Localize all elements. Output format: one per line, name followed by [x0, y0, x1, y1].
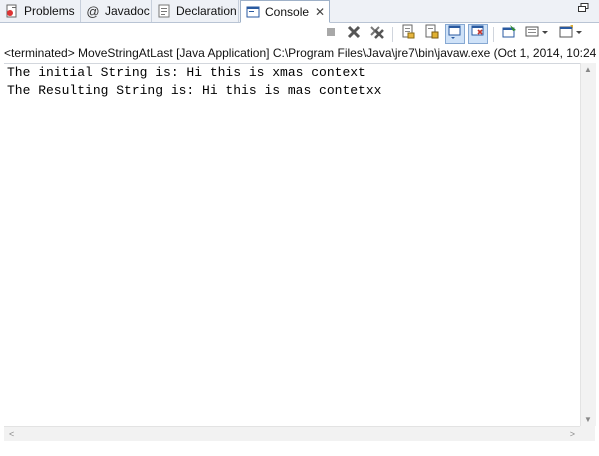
console-toolbar [0, 23, 599, 45]
scroll-down-icon[interactable]: ▼ [584, 415, 592, 424]
show-console-on-stderr-button[interactable] [468, 24, 488, 44]
scrollbar-corner [580, 426, 595, 441]
tab-declaration[interactable]: Declaration [152, 0, 239, 22]
scroll-lock-icon [423, 24, 439, 45]
stderr-icon [470, 24, 486, 45]
clear-console-icon [400, 24, 416, 45]
vertical-scrollbar[interactable]: ▲ ▼ [580, 63, 596, 426]
remove-launch-button[interactable] [344, 24, 364, 44]
scroll-right-icon[interactable]: > [570, 429, 575, 439]
tab-console[interactable]: Console ✕ [240, 0, 330, 23]
tab-label: Console [265, 4, 310, 19]
remove-all-terminated-button[interactable] [367, 24, 387, 44]
stdout-icon [447, 24, 463, 45]
problems-icon [4, 3, 20, 19]
stop-icon [325, 25, 337, 43]
remove-icon [347, 25, 361, 44]
remove-all-icon [369, 24, 385, 45]
console-line: The initial String is: Hi this is xmas c… [7, 65, 366, 80]
view-tab-bar: Problems @ Javadoc Declaration Console ✕ [0, 0, 599, 23]
process-status-label: <terminated> MoveStringAtLast [Java Appl… [4, 46, 596, 60]
tab-label: Javadoc [105, 4, 150, 18]
scroll-up-icon[interactable]: ▲ [584, 65, 592, 74]
console-line: The Resulting String is: Hi this is mas … [7, 83, 382, 98]
tab-label: Problems [24, 4, 75, 18]
javadoc-icon: @ [86, 3, 100, 19]
show-console-on-stdout-button[interactable] [445, 24, 465, 44]
scroll-lock-button[interactable] [421, 24, 441, 44]
console-output[interactable]: The initial String is: Hi this is xmas c… [4, 63, 580, 427]
terminate-button[interactable] [321, 24, 341, 44]
tab-problems[interactable]: Problems [0, 0, 81, 22]
display-selected-console-button[interactable] [522, 24, 552, 44]
pin-console-button[interactable] [499, 24, 519, 44]
new-console-icon [558, 24, 584, 45]
console-icon [245, 4, 261, 20]
restore-view-icon[interactable] [578, 3, 589, 16]
tab-label: Declaration [176, 4, 237, 18]
close-icon[interactable]: ✕ [315, 5, 325, 19]
open-console-button[interactable] [556, 24, 586, 44]
horizontal-scrollbar[interactable]: < > [4, 426, 580, 442]
declaration-icon [156, 3, 172, 19]
pin-icon [501, 24, 517, 45]
tab-javadoc[interactable]: @ Javadoc [81, 0, 152, 22]
monitor-icon [524, 24, 550, 45]
clear-console-button[interactable] [398, 24, 418, 44]
bottom-margin [0, 441, 599, 456]
scroll-left-icon[interactable]: < [9, 429, 14, 439]
